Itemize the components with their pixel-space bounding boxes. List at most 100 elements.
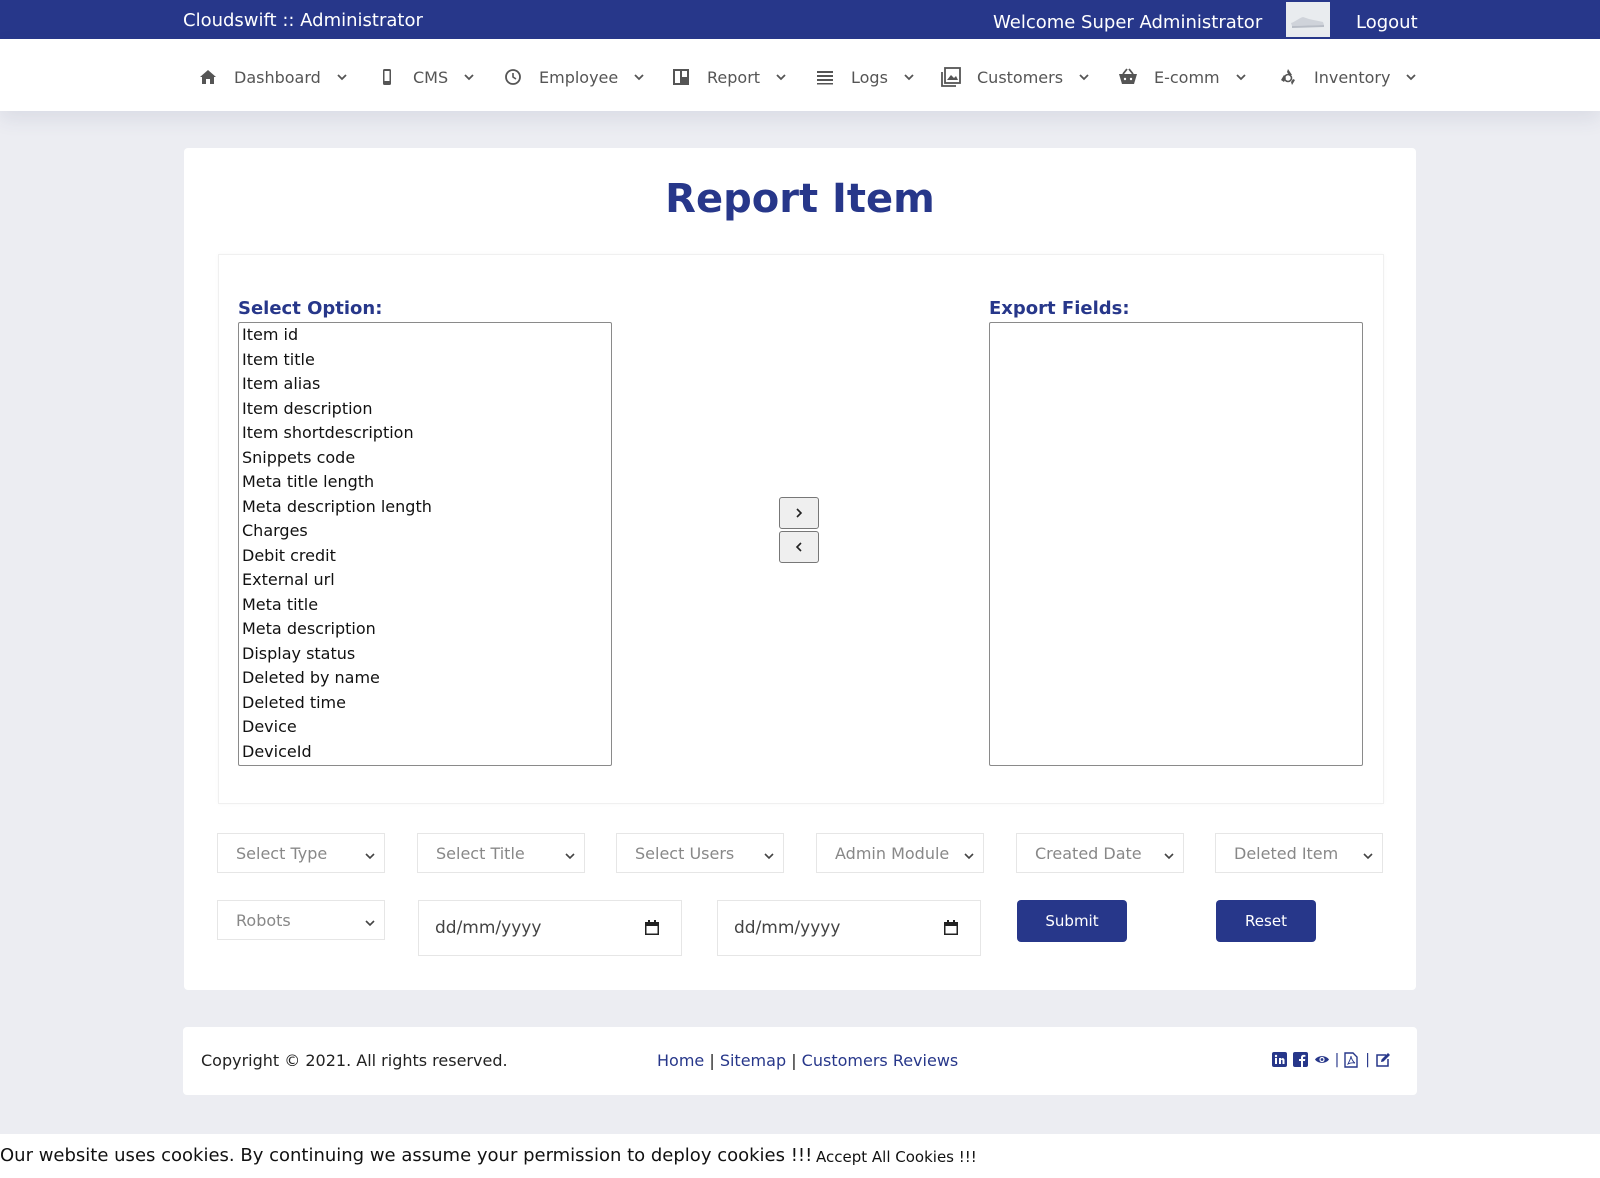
calendar-icon[interactable] <box>942 919 960 937</box>
option-item[interactable]: Display status <box>239 642 611 667</box>
footer-link-reviews[interactable]: Customers Reviews <box>802 1051 959 1070</box>
option-item[interactable]: Deleted time <box>239 691 611 716</box>
main-nav: Dashboard CMS Employee Report Logs Custo <box>0 39 1600 111</box>
nav-label: CMS <box>413 67 449 87</box>
option-item[interactable]: Item shortdescription <box>239 421 611 446</box>
robots-dropdown[interactable]: Robots <box>217 900 385 940</box>
basket-icon <box>1118 67 1138 87</box>
mobile-icon <box>377 67 397 87</box>
option-item[interactable]: Meta description <box>239 617 611 642</box>
select-type-dropdown[interactable]: Select Type <box>217 833 385 873</box>
option-item[interactable]: DeviceId <box>239 740 611 765</box>
nav-logs[interactable]: Logs <box>815 65 916 89</box>
chevron-down-icon <box>963 847 975 860</box>
option-item[interactable]: Device <box>239 715 611 740</box>
facebook-icon[interactable] <box>1292 1052 1309 1068</box>
chevron-down-icon <box>1077 70 1091 84</box>
pdf-icon[interactable] <box>1344 1052 1360 1068</box>
chevron-down-icon <box>632 70 646 84</box>
nav-dashboard[interactable]: Dashboard <box>198 65 349 89</box>
eye-icon[interactable] <box>1314 1052 1330 1068</box>
footer-separator: | <box>1365 1052 1370 1068</box>
nav-customers[interactable]: Customers <box>941 65 1091 89</box>
export-fields-listbox[interactable] <box>989 322 1363 766</box>
option-item[interactable]: Debit credit <box>239 544 611 569</box>
chevron-down-icon <box>335 70 349 84</box>
deleted-item-value: Deleted Item <box>1234 843 1339 863</box>
move-left-button[interactable] <box>779 531 819 563</box>
footer-link-home[interactable]: Home <box>657 1051 704 1070</box>
option-item[interactable]: Meta title length <box>239 470 611 495</box>
nav-label: E-comm <box>1154 67 1220 87</box>
option-item[interactable]: Snippets code <box>239 446 611 471</box>
move-right-button[interactable] <box>779 497 819 529</box>
select-option-listbox[interactable]: Item id Item title Item alias Item descript… <box>238 322 612 766</box>
select-users-value: Select Users <box>635 843 735 863</box>
nav-cms[interactable]: CMS <box>377 65 476 89</box>
chevron-down-icon <box>364 914 376 927</box>
chevron-right-icon <box>796 508 803 518</box>
image-icon <box>941 67 961 87</box>
nav-employee[interactable]: Employee <box>503 65 646 89</box>
chevron-down-icon <box>364 847 376 860</box>
submit-button[interactable]: Submit <box>1017 900 1127 942</box>
copyright-text: Copyright © 2021. All rights reserved. <box>201 1051 508 1070</box>
footer-separator: | <box>791 1051 797 1070</box>
chevron-down-icon <box>1234 70 1248 84</box>
nav-label: Report <box>707 67 761 87</box>
nav-label: Dashboard <box>234 67 321 87</box>
option-item[interactable]: Meta title <box>239 593 611 618</box>
deleted-item-dropdown[interactable]: Deleted Item <box>1215 833 1383 873</box>
footer-link-sitemap[interactable]: Sitemap <box>720 1051 786 1070</box>
nav-report[interactable]: Report <box>671 65 788 89</box>
logout-link[interactable]: Logout <box>1356 12 1418 33</box>
select-users-dropdown[interactable]: Select Users <box>616 833 784 873</box>
calendar-icon[interactable] <box>643 919 661 937</box>
avatar[interactable] <box>1286 2 1330 37</box>
nav-label: Employee <box>539 67 619 87</box>
option-item[interactable]: Item alias <box>239 372 611 397</box>
date-from-input[interactable]: dd/mm/yyyy <box>418 900 682 956</box>
page-title: Report Item <box>665 176 935 222</box>
chevron-down-icon <box>1362 847 1374 860</box>
chevron-down-icon <box>1404 70 1418 84</box>
home-icon <box>198 67 218 87</box>
date-to-placeholder: dd/mm/yyyy <box>734 918 841 938</box>
clock-icon <box>503 67 523 87</box>
select-type-value: Select Type <box>236 843 328 863</box>
created-date-dropdown[interactable]: Created Date <box>1016 833 1184 873</box>
footer-icons: | | <box>1271 1052 1391 1068</box>
columns-icon <box>671 67 691 87</box>
report-card: Report Item Select Option: Item id Item t… <box>184 148 1416 990</box>
admin-module-value: Admin Module <box>835 843 950 863</box>
chevron-down-icon <box>902 70 916 84</box>
footer-separator: | <box>1334 1052 1340 1068</box>
nav-label: Logs <box>851 67 888 87</box>
option-item[interactable]: Item id <box>239 323 611 348</box>
footer-separator: | <box>709 1051 715 1070</box>
linkedin-icon[interactable] <box>1271 1052 1288 1068</box>
date-from-placeholder: dd/mm/yyyy <box>435 918 542 938</box>
reset-button[interactable]: Reset <box>1216 900 1316 942</box>
chevron-down-icon <box>462 70 476 84</box>
select-title-dropdown[interactable]: Select Title <box>417 833 585 873</box>
welcome-text: Welcome Super Administrator <box>993 12 1263 33</box>
option-item[interactable]: Item title <box>239 348 611 373</box>
option-item[interactable]: Meta description length <box>239 495 611 520</box>
option-item[interactable]: Charges <box>239 519 611 544</box>
top-bar: Cloudswift :: Administrator Welcome Supe… <box>0 0 1600 39</box>
accept-cookies-button[interactable]: Accept All Cookies !!! <box>816 1148 977 1166</box>
edit-icon[interactable] <box>1375 1052 1391 1068</box>
option-item[interactable]: External url <box>239 568 611 593</box>
nav-inventory[interactable]: Inventory <box>1278 65 1418 89</box>
export-fields-label: Export Fields: <box>989 298 1130 319</box>
admin-module-dropdown[interactable]: Admin Module <box>816 833 984 873</box>
nav-label: Customers <box>977 67 1064 87</box>
chevron-down-icon <box>774 70 788 84</box>
option-item[interactable]: Deleted by name <box>239 666 611 691</box>
chevron-left-icon <box>795 542 802 552</box>
nav-ecomm[interactable]: E-comm <box>1118 65 1248 89</box>
cookie-banner: Our website uses cookies. By continuing … <box>0 1134 1600 1178</box>
date-to-input[interactable]: dd/mm/yyyy <box>717 900 981 956</box>
option-item[interactable]: Item description <box>239 397 611 422</box>
